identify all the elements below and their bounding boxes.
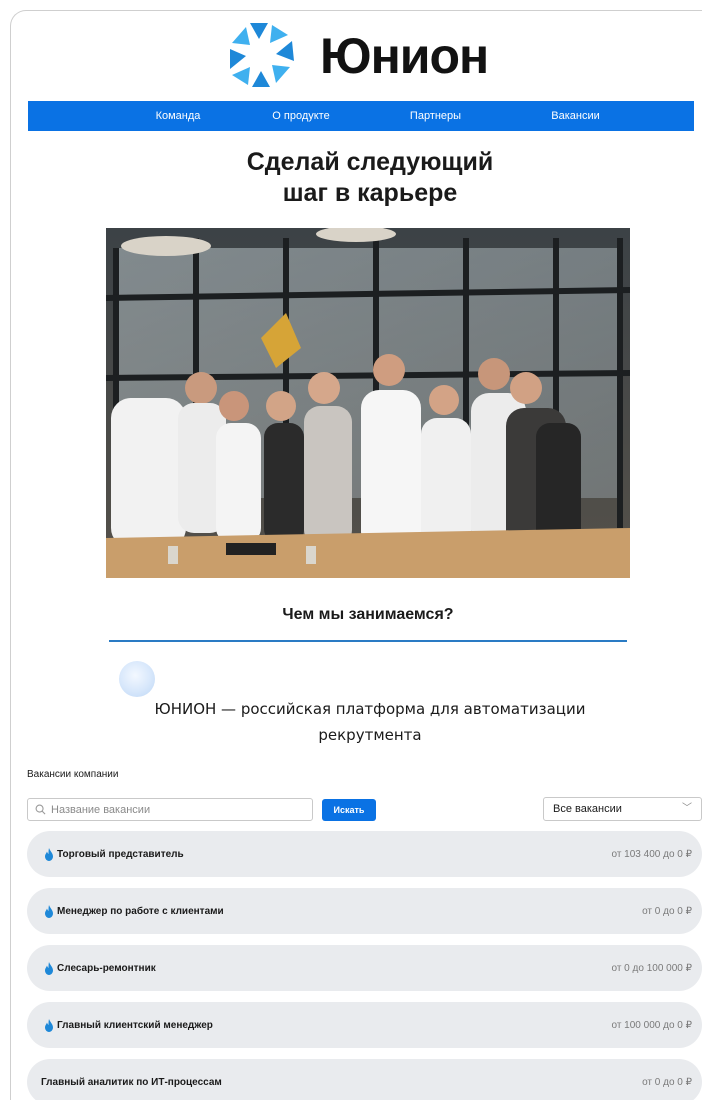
flame-icon [45, 1018, 53, 1032]
main-nav: Команда О продукте Партнеры Вакансии [28, 101, 694, 131]
flame-icon [45, 904, 53, 918]
nav-item-partners[interactable]: Партнеры [393, 101, 478, 131]
vacancies-title: Вакансии компании [27, 769, 119, 780]
vacancy-name: Менеджер по работе с клиентами [57, 905, 224, 917]
vacancy-salary: от 100 000 до 0 ₽ [611, 1019, 692, 1031]
search-button[interactable]: Искать [322, 799, 376, 821]
hero-team-photo [106, 228, 630, 578]
brand-name: Юнион [320, 28, 489, 84]
vacancy-item[interactable]: Торговый представитель от 103 400 до 0 ₽ [27, 831, 702, 877]
section-divider [109, 640, 627, 642]
vacancy-name: Слесарь-ремонтник [57, 962, 156, 974]
flame-icon [45, 847, 53, 861]
vacancy-name: Торговый представитель [57, 848, 184, 860]
decorative-orb-icon [119, 661, 155, 697]
team-photo-image [106, 228, 630, 578]
vacancy-item[interactable]: Главный аналитик по ИТ-процессам от 0 до… [27, 1059, 702, 1100]
about-description: ЮНИОН — российская платформа для автомат… [154, 700, 586, 744]
vacancy-item[interactable]: Главный клиентский менеджер от 100 000 д… [27, 1002, 702, 1048]
chevron-down-icon: ﹀ [682, 803, 692, 814]
nav-item-vacancies[interactable]: Вакансии [533, 101, 618, 131]
filter-selected-value: Все вакансии [553, 803, 622, 815]
hero-title-line1: Сделай следующий [246, 148, 494, 176]
vacancy-filter-select[interactable]: Все вакансии ﹀ [543, 797, 702, 821]
nav-item-about-product[interactable]: О продукте [256, 101, 346, 131]
vacancy-item[interactable]: Менеджер по работе с клиентами от 0 до 0… [27, 888, 702, 934]
about-heading: Чем мы занимаемся? [282, 606, 454, 623]
vacancy-salary: от 0 до 100 000 ₽ [611, 962, 692, 974]
vacancy-name: Главный клиентский менеджер [57, 1019, 213, 1031]
vacancy-salary: от 103 400 до 0 ₽ [611, 848, 692, 860]
vacancy-salary: от 0 до 0 ₽ [642, 1076, 692, 1088]
brand-logo-icon [230, 23, 294, 87]
flame-icon [45, 961, 53, 975]
vacancy-salary: от 0 до 0 ₽ [642, 905, 692, 917]
hero-title: Сделай следующий шаг в карьере [120, 147, 620, 209]
vacancy-search-field[interactable] [27, 798, 313, 821]
hero-title-line2: шаг в карьере [282, 179, 458, 207]
nav-item-team[interactable]: Команда [138, 101, 218, 131]
vacancy-name: Главный аналитик по ИТ-процессам [41, 1076, 222, 1088]
vacancy-search-input[interactable] [51, 803, 301, 816]
vacancy-item[interactable]: Слесарь-ремонтник от 0 до 100 000 ₽ [27, 945, 702, 991]
brand-logo[interactable]: Юнион [228, 20, 518, 92]
search-icon [35, 804, 46, 815]
